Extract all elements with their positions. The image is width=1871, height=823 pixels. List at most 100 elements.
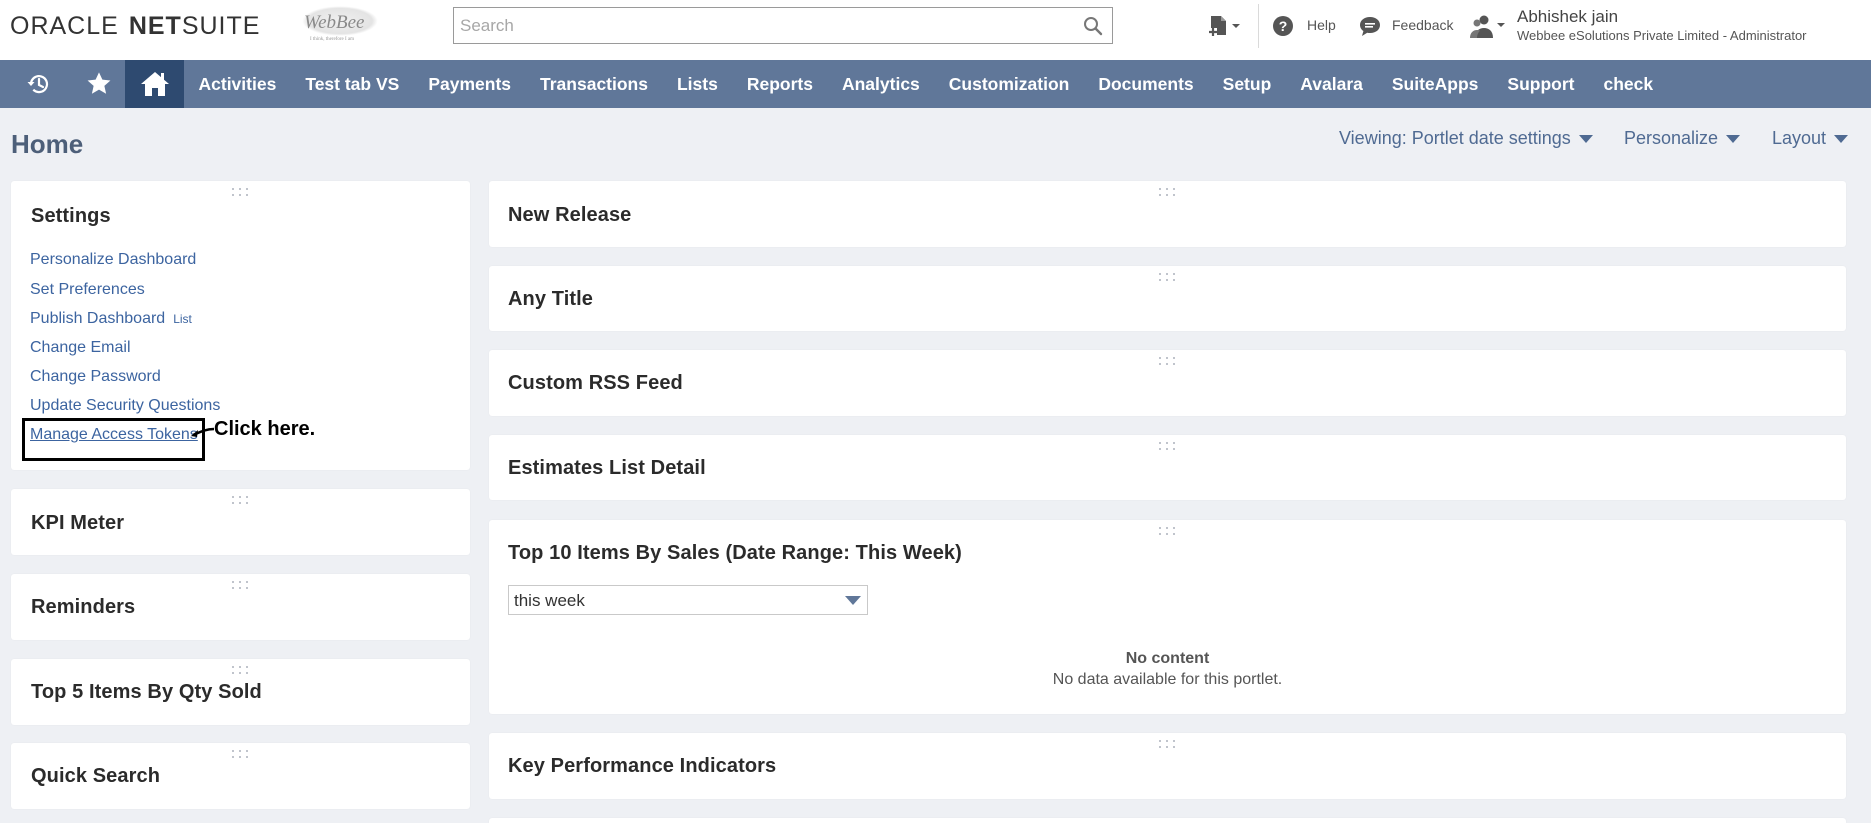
drag-handle-icon[interactable] (1158, 442, 1177, 452)
caret-down-icon (1726, 135, 1741, 143)
nav-setup[interactable]: Setup (1208, 60, 1286, 108)
company-logo-tagline: I think, therefore I am (310, 37, 355, 42)
page-title: Home (11, 129, 84, 159)
no-content-title: No content (1125, 650, 1210, 667)
drag-handle-icon[interactable] (231, 188, 250, 198)
personalize-dropdown[interactable]: Personalize (1624, 126, 1741, 150)
search-icon[interactable] (1083, 16, 1103, 36)
user-roles-icon[interactable] (1470, 14, 1506, 40)
drag-handle-icon[interactable] (231, 750, 250, 760)
top5-items-portlet: Top 5 Items By Qty Sold (11, 659, 470, 725)
nav-support[interactable]: Support (1493, 60, 1589, 108)
help-link[interactable]: Help (1307, 17, 1336, 33)
any-title-portlet: Any Title (489, 266, 1846, 331)
nav-avalara[interactable]: Avalara (1286, 60, 1378, 108)
custom-rss-feed-portlet: Custom RSS Feed (489, 350, 1846, 416)
search-input[interactable] (454, 8, 1054, 43)
quick-search-portlet: Quick Search (11, 743, 470, 809)
feedback-link[interactable]: Feedback (1392, 17, 1453, 33)
estimates-list-portlet: Estimates List Detail (489, 435, 1846, 500)
portlet-title: Any Title (508, 288, 593, 310)
svg-text:?: ? (1279, 18, 1288, 34)
new-release-portlet: New Release (489, 181, 1846, 247)
nav-check[interactable]: check (1589, 60, 1668, 108)
publish-dashboard-list-link[interactable]: List (173, 312, 192, 326)
drag-handle-icon[interactable] (1158, 357, 1177, 367)
header-divider (1258, 4, 1259, 48)
dropdown-arrow-icon (845, 596, 861, 605)
portlet-title: Key Performance Indicators (508, 755, 777, 777)
recent-records-button[interactable] (20, 60, 58, 108)
nav-menu: Activities Test tab VS Payments Transact… (184, 60, 1668, 108)
shortcuts-button[interactable] (80, 60, 118, 108)
nav-payments[interactable]: Payments (414, 60, 526, 108)
feedback-icon[interactable] (1359, 15, 1381, 37)
portlet-title: Quick Search (31, 765, 161, 787)
recent-history-icon (27, 75, 49, 94)
company-logo-text: WebBee (304, 12, 365, 33)
date-range-select[interactable]: this week (508, 585, 868, 615)
drag-handle-icon[interactable] (231, 581, 250, 591)
portlet-title: Settings (31, 205, 111, 227)
nav-customization[interactable]: Customization (934, 60, 1084, 108)
set-preferences-link[interactable]: Set Preferences (30, 281, 145, 299)
main-navigation: Activities Test tab VS Payments Transact… (0, 60, 1871, 108)
home-icon (140, 72, 169, 96)
next-portlet-partial (489, 818, 1846, 823)
global-search (453, 7, 1113, 44)
top-header: ORACLE NET SUITE WebBee I think, therefor… (0, 0, 1871, 60)
drag-handle-icon[interactable] (1158, 740, 1177, 750)
drag-handle-icon[interactable] (1158, 188, 1177, 198)
reminders-portlet: Reminders (11, 574, 470, 640)
change-password-link[interactable]: Change Password (30, 368, 161, 386)
kpi-meter-portlet: KPI Meter (11, 489, 470, 555)
portlet-title: KPI Meter (31, 512, 125, 534)
annotation-text: Click here. (214, 418, 316, 440)
change-email-link[interactable]: Change Email (30, 339, 131, 357)
caret-down-icon (1578, 135, 1593, 143)
star-icon (87, 72, 111, 94)
home-button[interactable] (125, 60, 184, 108)
layout-dropdown[interactable]: Layout (1772, 126, 1849, 150)
annotation-arrow-icon (191, 427, 215, 437)
nav-suiteapps[interactable]: SuiteApps (1377, 60, 1493, 108)
drag-handle-icon[interactable] (231, 496, 250, 506)
portlet-title: New Release (508, 204, 632, 226)
nav-test-tab-vs[interactable]: Test tab VS (291, 60, 414, 108)
user-role[interactable]: Webbee eSolutions Private Limited - Admi… (1517, 28, 1807, 43)
portlet-title: Reminders (31, 596, 136, 618)
netsuite-logo[interactable]: ORACLE NET SUITE (10, 11, 261, 40)
nav-transactions[interactable]: Transactions (526, 60, 663, 108)
layout-label: Layout (1772, 127, 1827, 148)
nav-reports[interactable]: Reports (732, 60, 827, 108)
no-content-description: No data available for this portlet. (1052, 671, 1283, 688)
nav-documents[interactable]: Documents (1084, 60, 1208, 108)
update-security-questions-link[interactable]: Update Security Questions (30, 397, 220, 415)
viewing-dropdown[interactable]: Viewing: Portlet date settings (1339, 126, 1593, 150)
help-icon[interactable]: ? (1272, 15, 1294, 37)
personalize-dashboard-link[interactable]: Personalize Dashboard (30, 251, 196, 269)
personalize-label: Personalize (1624, 127, 1719, 148)
publish-dashboard-link[interactable]: Publish Dashboard (30, 310, 165, 327)
portlet-title: Estimates List Detail (508, 457, 706, 479)
portlet-title: Top 10 Items By Sales (Date Range: This … (508, 542, 962, 564)
nav-analytics[interactable]: Analytics (827, 60, 934, 108)
portlet-title: Top 5 Items By Qty Sold (31, 681, 262, 703)
user-name[interactable]: Abhishek jain (1517, 7, 1618, 27)
logo-suite: SUITE (181, 11, 261, 40)
nav-lists[interactable]: Lists (662, 60, 732, 108)
caret-down-icon (1834, 135, 1849, 143)
portlet-title: Custom RSS Feed (508, 372, 683, 394)
date-range-value: this week (514, 591, 585, 610)
create-new-icon[interactable] (1207, 14, 1241, 40)
publish-dashboard-row: Publish Dashboard List (30, 310, 192, 328)
drag-handle-icon[interactable] (231, 666, 250, 676)
kpi-portlet: Key Performance Indicators (489, 733, 1846, 799)
annotation-highlight-box (22, 418, 205, 461)
nav-activities[interactable]: Activities (184, 60, 291, 108)
drag-handle-icon[interactable] (1158, 273, 1177, 283)
viewing-label: Viewing: Portlet date settings (1339, 127, 1571, 148)
drag-handle-icon[interactable] (1158, 527, 1177, 537)
company-logo: WebBee I think, therefore I am (302, 6, 378, 44)
logo-oracle: ORACLE (10, 11, 119, 40)
